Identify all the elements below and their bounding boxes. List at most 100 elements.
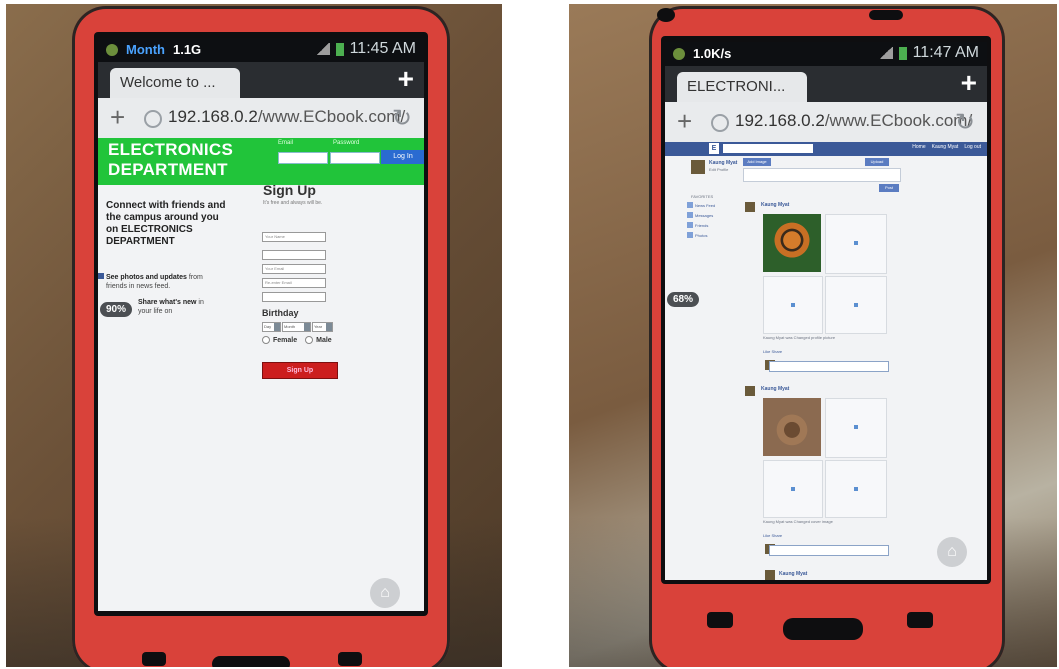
signal-icon <box>315 43 330 55</box>
birthday-label: Birthday <box>262 308 299 318</box>
signup-button[interactable]: Sign Up <box>262 362 338 379</box>
home-button <box>783 618 863 640</box>
avatar[interactable] <box>691 160 705 174</box>
post-photo[interactable] <box>763 214 821 272</box>
battery-icon <box>898 46 907 60</box>
nav-home[interactable]: Home <box>912 144 925 150</box>
search-input[interactable] <box>723 144 813 153</box>
new-tab-button[interactable]: + <box>961 68 977 98</box>
post-button[interactable]: Post <box>879 184 899 192</box>
post-avatar[interactable] <box>745 386 755 396</box>
site-logo: E <box>709 143 719 154</box>
intro-text: Connect with friends and the campus arou… <box>106 200 226 247</box>
web-page: E Home Kaung Myat Log out Kaung Myat Edi… <box>665 142 987 580</box>
globe-icon <box>144 110 162 128</box>
name-field[interactable]: Your Name <box>262 232 326 242</box>
photo-placeholder <box>825 276 887 334</box>
scroll-top-icon[interactable]: ⌂ <box>937 537 967 567</box>
composer-input[interactable] <box>743 168 901 182</box>
scroll-top-icon[interactable]: ⌂ <box>370 578 400 608</box>
photos-icon <box>687 232 693 238</box>
sidebar-item-friends[interactable]: Friends <box>695 223 708 228</box>
post-author[interactable]: Kaung Myat <box>761 202 789 208</box>
battery-icon <box>335 42 344 56</box>
comment-input[interactable] <box>769 545 889 556</box>
reload-icon[interactable]: ↻ <box>392 104 412 133</box>
sidebar-item-news-feed[interactable]: News Feed <box>695 203 715 208</box>
password-field[interactable] <box>330 152 380 164</box>
password-signup-field[interactable] <box>262 292 326 302</box>
tab-title: Welcome to ... <box>120 74 216 91</box>
nav-profile[interactable]: Kaung Myat <box>932 144 959 150</box>
tab-bar: Welcome to ... × + <box>98 62 424 121</box>
gender-options: Female Male <box>262 336 332 344</box>
sidebar-item-messages[interactable]: Messages <box>695 213 713 218</box>
browser-tab[interactable]: Welcome to ... × <box>110 68 240 121</box>
comment-input[interactable] <box>769 361 889 372</box>
sensor <box>657 8 675 22</box>
reenter-email-field[interactable]: Re-enter Email <box>262 278 326 288</box>
profile-name[interactable]: Kaung Myat <box>709 160 737 166</box>
browser-tab[interactable]: ELECTRONI... × <box>677 72 807 125</box>
login-button[interactable]: Log In <box>381 150 424 164</box>
news-feed-icon <box>687 202 693 208</box>
upload-tab[interactable]: Upload <box>865 158 889 166</box>
data-usage: 1.1G <box>172 42 202 57</box>
last-name-field[interactable] <box>262 250 326 260</box>
notification-icon <box>673 47 685 60</box>
url-text[interactable]: 192.168.0.2/www.ECbook.com/ <box>168 107 405 127</box>
url-bar[interactable]: + 192.168.0.2/www.ECbook.com/ ↻ <box>665 102 987 143</box>
top-nav-links: Home Kaung Myat Log out <box>912 144 981 150</box>
post-photo[interactable] <box>763 398 821 456</box>
feature-item: Share what's new in your life on <box>138 299 204 315</box>
friends-icon <box>687 222 693 228</box>
new-tab-button[interactable]: + <box>398 64 414 94</box>
month-select[interactable]: Month <box>282 322 311 332</box>
favorites-label: FAVORITES <box>691 194 714 199</box>
edit-profile-link[interactable]: Edit Profile <box>709 167 728 172</box>
url-text[interactable]: 192.168.0.2/www.ECbook.com/ <box>735 111 972 131</box>
post-caption: Kaung Myat was Changed cover image <box>763 519 833 524</box>
post-author[interactable]: Kaung Myat <box>761 386 789 392</box>
left-phone-case: Month 1.1G 11:45 AM Welcome to ... × + + <box>72 6 450 667</box>
sidebar-item-photos[interactable]: Photos <box>695 233 707 238</box>
left-phone-screen: Month 1.1G 11:45 AM Welcome to ... × + + <box>98 38 424 611</box>
status-bar: 1.0K/s 11:47 AM <box>665 42 987 66</box>
clock: 11:47 AM <box>912 44 979 61</box>
post-author[interactable]: Kaung Myat <box>779 571 807 577</box>
post-avatar[interactable] <box>765 570 775 580</box>
email-field[interactable] <box>278 152 328 164</box>
notification-icon <box>106 43 118 56</box>
zoom-indicator: 90% <box>100 302 133 317</box>
add-bookmark-icon[interactable]: + <box>677 106 692 137</box>
url-bar[interactable]: + 192.168.0.2/www.ECbook.com/ ↻ <box>98 98 424 139</box>
clock: 11:45 AM <box>349 40 416 57</box>
signal-icon <box>878 47 893 59</box>
photo-placeholder <box>763 276 823 334</box>
add-bookmark-icon[interactable]: + <box>110 102 125 133</box>
photo-placeholder <box>825 214 887 274</box>
day-select[interactable]: Day <box>262 322 281 332</box>
add-image-tab[interactable]: Add Image <box>743 158 771 166</box>
reload-icon[interactable]: ↻ <box>955 108 975 137</box>
photo-icon <box>98 273 104 279</box>
back-key <box>338 652 362 666</box>
gender-male[interactable]: Male <box>305 336 332 344</box>
zoom-indicator: 68% <box>667 292 700 307</box>
site-title: ELECTRONICS DEPARTMENT <box>108 140 234 179</box>
post-actions[interactable]: Like Share <box>763 533 782 538</box>
speaker-grille <box>869 10 903 20</box>
gender-female[interactable]: Female <box>262 336 297 344</box>
email-signup-field[interactable]: Your Email <box>262 264 326 274</box>
post-avatar[interactable] <box>745 202 755 212</box>
back-key <box>907 612 933 628</box>
post-actions[interactable]: Like Share <box>763 349 782 354</box>
year-select[interactable]: Year <box>312 322 333 332</box>
network-speed: 1.0K/s <box>693 46 732 61</box>
photo-placeholder <box>825 460 887 518</box>
nav-logout[interactable]: Log out <box>964 144 981 150</box>
messages-icon <box>687 212 693 218</box>
signup-title: Sign Up <box>263 182 316 198</box>
site-header: ELECTRONICS DEPARTMENT Email Password Lo… <box>98 138 424 185</box>
status-bar: Month 1.1G 11:45 AM <box>98 38 424 62</box>
